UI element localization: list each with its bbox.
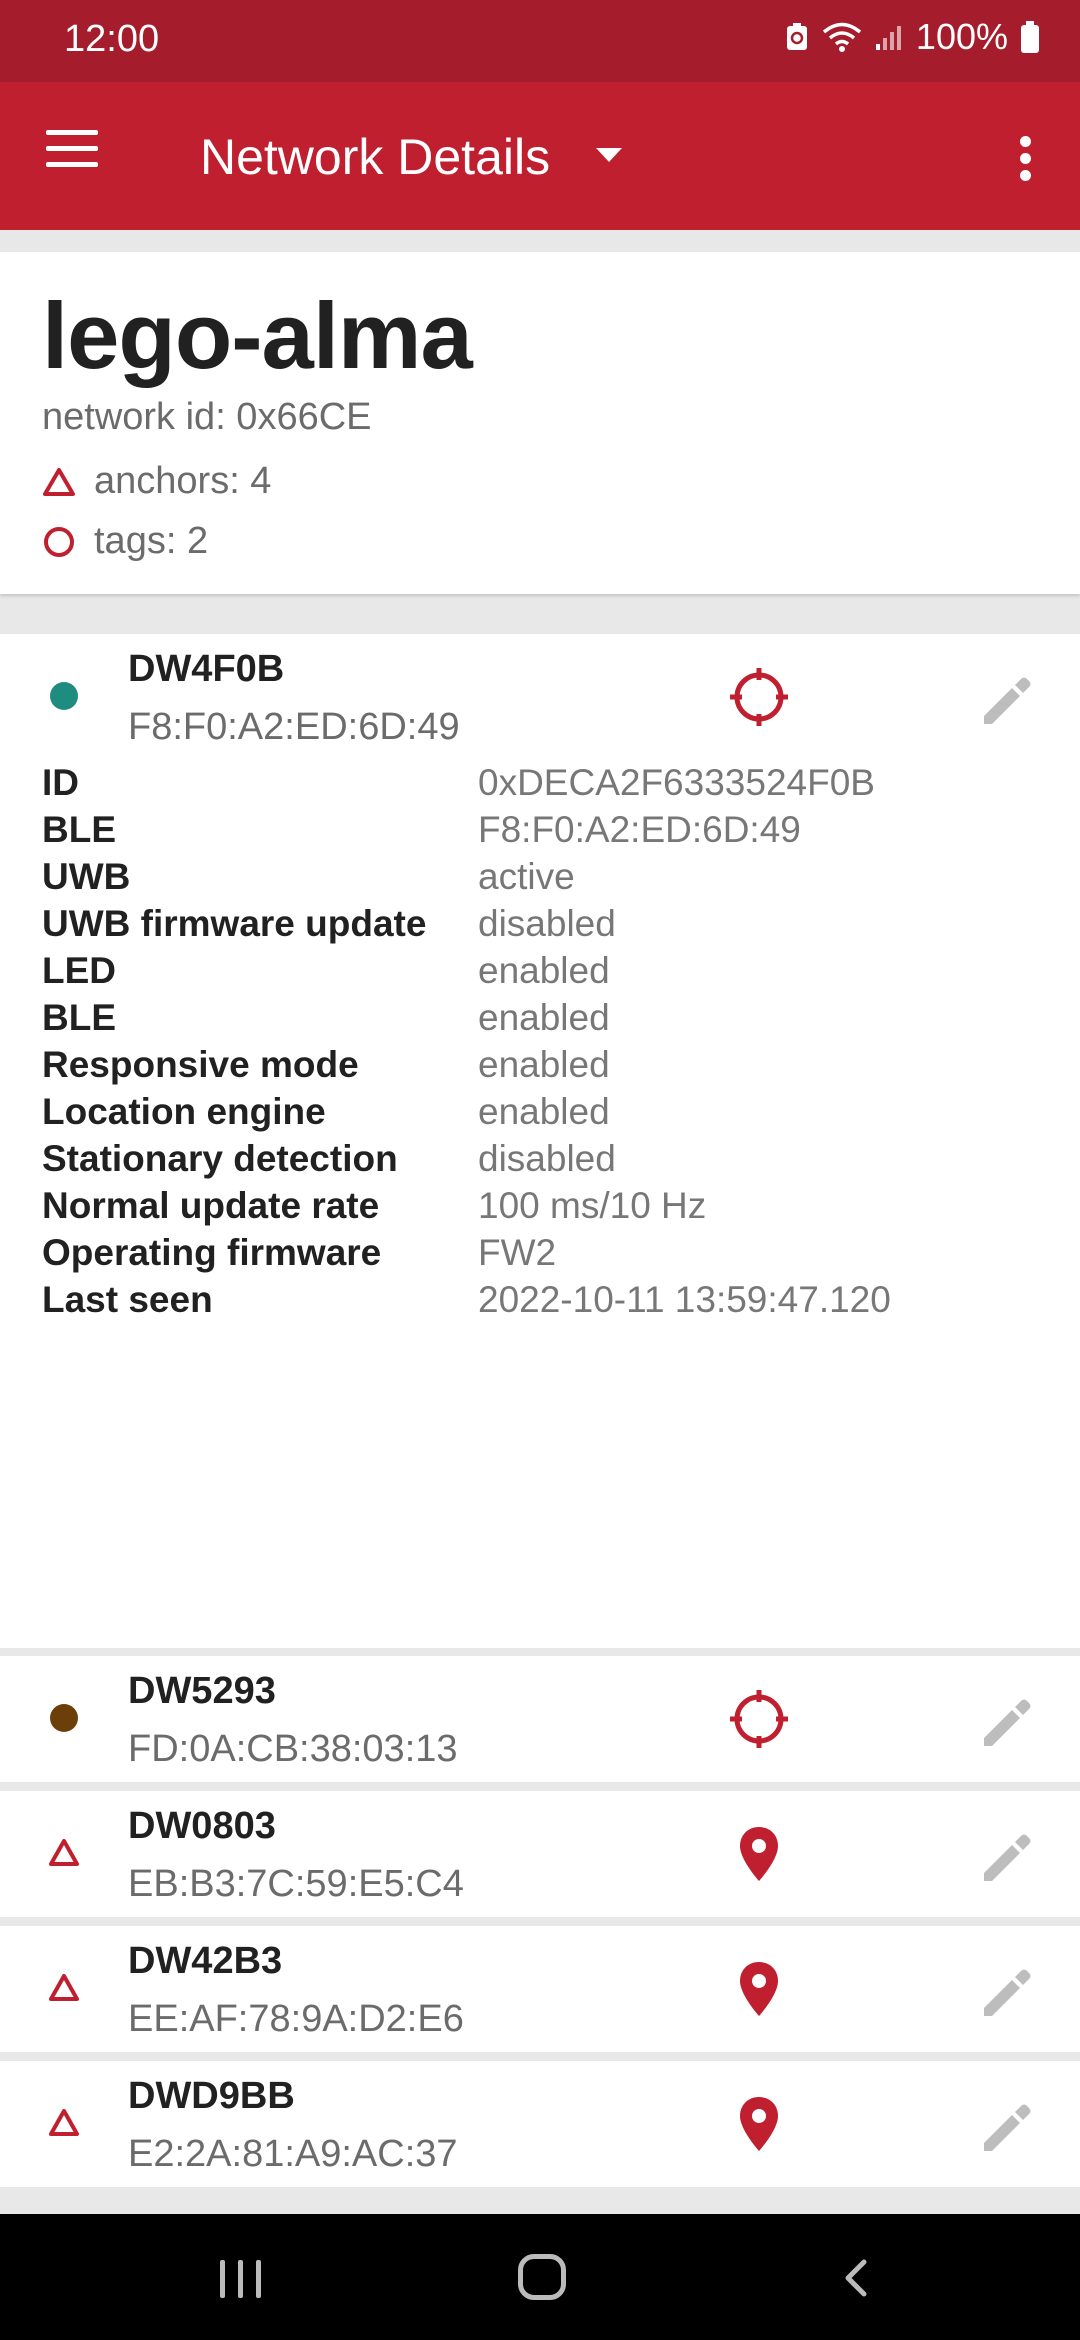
battery-percent: 100% — [915, 16, 1008, 57]
pencil-icon[interactable] — [976, 670, 1036, 730]
tag-status-dot-icon — [50, 682, 78, 710]
pencil-icon[interactable] — [976, 1827, 1036, 1887]
device-name: DW5293 — [128, 1670, 276, 1712]
more-vert-icon[interactable] — [1020, 136, 1032, 181]
device-row[interactable]: DW5293 FD:0A:CB:38:03:13 — [0, 1656, 1080, 1782]
system-nav-bar — [0, 2214, 1080, 2340]
property-row: Last seen 2022-10-11 13:59:47.120 — [42, 1279, 1042, 1339]
property-value: F8:F0:A2:ED:6D:49 — [478, 809, 801, 850]
anchors-count-row: anchors: 4 — [42, 460, 271, 503]
map-pin-icon[interactable] — [728, 1823, 790, 1885]
crosshair-icon[interactable] — [728, 1688, 790, 1750]
property-value: enabled — [478, 1091, 610, 1132]
wifi-icon — [822, 22, 862, 52]
anchors-count: anchors: 4 — [94, 460, 272, 502]
device-mac: EB:B3:7C:59:E5:C4 — [128, 1863, 464, 1905]
device-card-expanded[interactable]: DW4F0B F8:F0:A2:ED:6D:49 ID 0xDECA2F63335… — [0, 634, 1080, 1648]
triangle-outline-icon — [43, 467, 75, 496]
circle-outline-icon — [44, 526, 74, 557]
pencil-icon[interactable] — [976, 2097, 1036, 2157]
app-bar: Network Details — [0, 82, 1080, 230]
property-label: Operating firmware — [42, 1232, 382, 1273]
property-label: LED — [42, 950, 116, 991]
crosshair-icon[interactable] — [728, 666, 790, 728]
caret-down-icon[interactable] — [596, 148, 622, 162]
property-label: UWB — [42, 856, 131, 897]
property-value: 2022-10-11 13:59:47.120 — [478, 1279, 891, 1320]
triangle-outline-icon — [49, 1974, 79, 2001]
property-value: active — [478, 856, 575, 897]
status-indicators: 100% — [784, 16, 1040, 58]
property-label: Last seen — [42, 1279, 213, 1320]
battery-icon — [1021, 21, 1039, 53]
device-row[interactable]: DW0803 EB:B3:7C:59:E5:C4 — [0, 1791, 1080, 1917]
device-name: DWD9BB — [128, 2075, 295, 2117]
menu-icon[interactable] — [46, 130, 98, 170]
status-time: 12:00 — [64, 18, 160, 60]
status-bar: 12:00 100% — [0, 0, 1080, 82]
property-label: Normal update rate — [42, 1185, 380, 1226]
device-mac: F8:F0:A2:ED:6D:49 — [128, 706, 460, 748]
network-id: network id: 0x66CE — [42, 396, 372, 438]
signal-icon — [875, 26, 901, 50]
tag-status-dot-icon — [50, 1704, 78, 1732]
device-mac: EE:AF:78:9A:D2:E6 — [128, 1998, 464, 2040]
tags-count: tags: 2 — [94, 520, 209, 562]
device-mac: E2:2A:81:A9:AC:37 — [128, 2133, 458, 2175]
property-value: 100 ms/10 Hz — [478, 1185, 707, 1226]
property-label: Responsive mode — [42, 1044, 359, 1085]
property-label: Location engine — [42, 1091, 326, 1132]
property-label: UWB firmware update — [42, 903, 427, 944]
network-header-card: lego-alma network id: 0x66CE anchors: 4 … — [0, 252, 1080, 594]
device-row[interactable]: DW42B3 EE:AF:78:9A:D2:E6 — [0, 1926, 1080, 2052]
property-label: ID — [42, 762, 79, 803]
network-name: lego-alma — [42, 283, 473, 388]
battery-saver-icon — [786, 23, 807, 50]
property-value: disabled — [478, 1138, 616, 1179]
property-value: enabled — [478, 950, 610, 991]
property-value: enabled — [478, 997, 610, 1038]
pencil-icon[interactable] — [976, 1692, 1036, 1752]
property-label: BLE — [42, 809, 116, 850]
pencil-icon[interactable] — [976, 1962, 1036, 2022]
device-name: DW4F0B — [128, 648, 285, 690]
triangle-outline-icon — [49, 1839, 79, 1866]
page-title-dropdown[interactable]: Network Details — [200, 128, 550, 186]
home-icon[interactable] — [518, 2254, 566, 2300]
device-row[interactable]: DWD9BB E2:2A:81:A9:AC:37 — [0, 2061, 1080, 2187]
recent-apps-icon[interactable] — [220, 2260, 264, 2298]
property-label: BLE — [42, 997, 116, 1038]
property-value: 0xDECA2F6333524F0B — [478, 762, 875, 803]
device-name: DW0803 — [128, 1805, 276, 1847]
map-pin-icon[interactable] — [728, 2093, 790, 2155]
property-value: disabled — [478, 903, 616, 944]
property-value: enabled — [478, 1044, 610, 1085]
tags-count-row: tags: 2 — [42, 520, 208, 563]
property-value: FW2 — [478, 1232, 557, 1273]
back-icon[interactable] — [836, 2258, 876, 2298]
device-mac: FD:0A:CB:38:03:13 — [128, 1728, 458, 1770]
property-label: Stationary detection — [42, 1138, 398, 1179]
device-name: DW42B3 — [128, 1940, 283, 1982]
map-pin-icon[interactable] — [728, 1958, 790, 2020]
triangle-outline-icon — [49, 2109, 79, 2136]
